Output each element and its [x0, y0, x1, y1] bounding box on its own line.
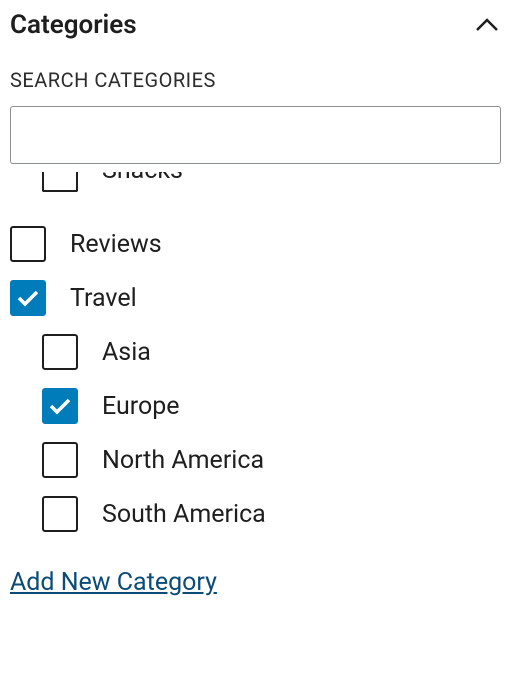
- category-list: Snacks Reviews Travel Asia Europe North …: [10, 172, 501, 532]
- chevron-up-icon[interactable]: [473, 11, 501, 39]
- category-label[interactable]: South America: [102, 500, 266, 529]
- category-label[interactable]: North America: [102, 446, 264, 475]
- category-label[interactable]: Snacks: [102, 172, 183, 185]
- category-label[interactable]: Europe: [102, 392, 180, 421]
- list-item: Travel: [10, 280, 501, 316]
- category-label[interactable]: Reviews: [70, 230, 162, 259]
- checkbox-asia[interactable]: [42, 334, 78, 370]
- checkbox-reviews[interactable]: [10, 226, 46, 262]
- checkbox-south-america[interactable]: [42, 496, 78, 532]
- search-input[interactable]: [10, 106, 501, 164]
- list-item: Snacks: [10, 172, 501, 208]
- checkbox-north-america[interactable]: [42, 442, 78, 478]
- list-item: South America: [10, 496, 501, 532]
- checkbox-europe[interactable]: [42, 388, 78, 424]
- panel-header[interactable]: Categories: [10, 10, 501, 68]
- search-label: SEARCH CATEGORIES: [10, 68, 501, 92]
- list-item: Reviews: [10, 226, 501, 262]
- category-label[interactable]: Asia: [102, 338, 151, 367]
- checkbox-travel[interactable]: [10, 280, 46, 316]
- panel-title: Categories: [10, 10, 137, 40]
- list-item: Europe: [10, 388, 501, 424]
- checkbox-snacks[interactable]: [42, 172, 78, 192]
- add-new-category-link[interactable]: Add New Category: [10, 568, 217, 597]
- category-label[interactable]: Travel: [70, 284, 137, 313]
- list-item: Asia: [10, 334, 501, 370]
- list-item: North America: [10, 442, 501, 478]
